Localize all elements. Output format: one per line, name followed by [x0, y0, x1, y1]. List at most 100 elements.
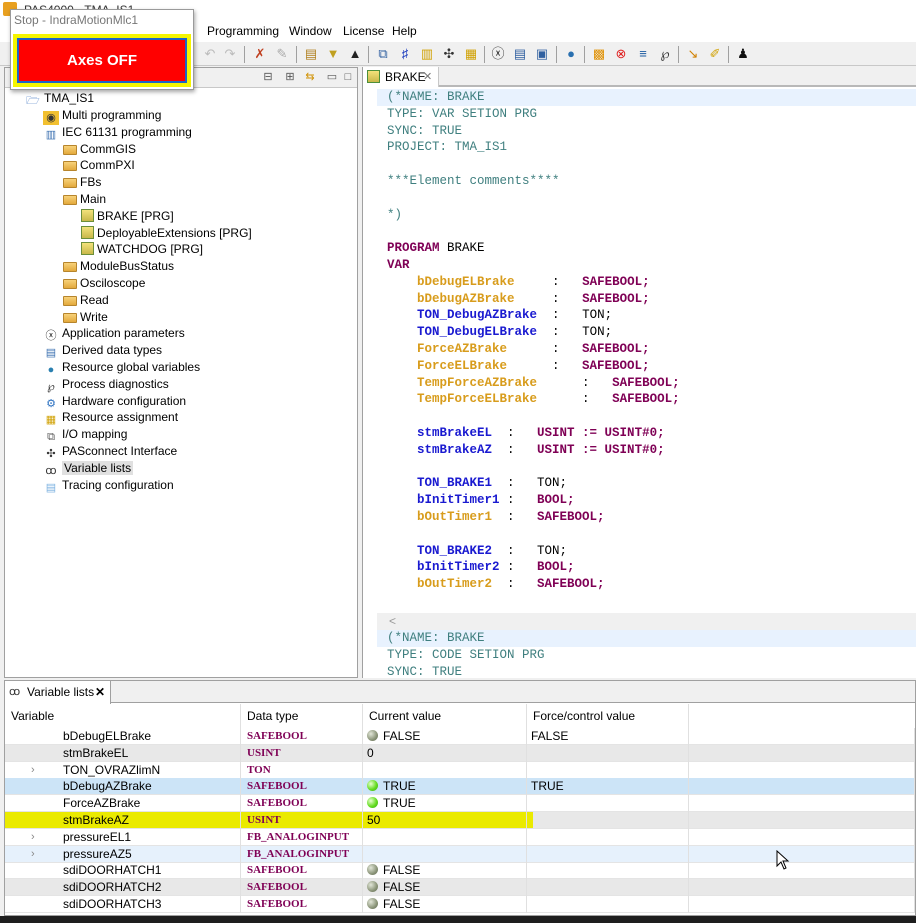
- table-row[interactable]: sdiDOORHATCH2 SAFEBOOL FALSE: [5, 879, 915, 897]
- close-icon[interactable]: ✕: [423, 67, 432, 87]
- error-icon[interactable]: ⊗: [613, 46, 629, 62]
- tree-item[interactable]: Read: [63, 292, 109, 309]
- force-value-cell[interactable]: [527, 862, 689, 880]
- declaration-line: TON_BRAKE2 : TON;: [377, 543, 916, 560]
- link-editor-icon[interactable]: ⇆: [303, 70, 317, 84]
- force-value-cell[interactable]: [527, 795, 689, 813]
- io-mapping-tool-icon[interactable]: ⧉: [375, 46, 391, 62]
- tab-brake[interactable]: BRAKE ✕: [363, 67, 439, 87]
- tree-item[interactable]: ▦ Resource assignment: [43, 409, 178, 426]
- force-value-cell[interactable]: [527, 828, 689, 846]
- clean-icon[interactable]: ✎: [274, 46, 290, 62]
- toolbar-separator: [678, 46, 679, 63]
- menu-programming[interactable]: Programming: [207, 24, 279, 38]
- module-icon[interactable]: ▥: [419, 46, 435, 62]
- tree-item[interactable]: ✣ PASconnect Interface: [43, 443, 177, 460]
- diagnostics-tool-icon[interactable]: ℘: [657, 46, 673, 62]
- comment-text: TYPE: CODE SETION PRG: [387, 647, 545, 662]
- column-header-data-type[interactable]: Data type: [241, 704, 363, 728]
- import-icon[interactable]: ↘: [685, 46, 701, 62]
- table-row[interactable]: › pressureEL1 FB_ANALOGINPUT: [5, 828, 915, 846]
- network-tool-icon[interactable]: ✣: [441, 46, 457, 62]
- tree-item[interactable]: ▤ Derived data types: [43, 342, 162, 359]
- menu-help[interactable]: Help: [392, 24, 417, 38]
- tree-item[interactable]: ⚙ Hardware configuration: [43, 393, 186, 410]
- table-row[interactable]: stmBrakeEL USINT 0: [5, 744, 915, 762]
- tree-item[interactable]: ⧉ I/O mapping: [43, 426, 127, 443]
- minimize-icon[interactable]: ▭: [325, 70, 339, 84]
- window-view-icon[interactable]: ▣: [534, 46, 550, 62]
- tree-item[interactable]: CommPXI: [63, 157, 135, 174]
- table-row[interactable]: › TON_OVRAZlimN TON: [5, 761, 915, 779]
- globe-tool-icon[interactable]: ●: [563, 46, 579, 62]
- redo-icon[interactable]: ↷: [222, 46, 238, 62]
- comment-text: SYNC: TRUE: [387, 664, 463, 678]
- tree-item[interactable]: DeployableExtensions [PRG]: [81, 225, 252, 242]
- parameters-tool-icon[interactable]: ⓧ: [490, 46, 506, 62]
- table-row[interactable]: bDebugELBrake SAFEBOOL FALSE FALSE: [5, 728, 915, 745]
- project-tree-panel: ⊟ ⊞ ⇆ ▭ □ 🗁 TMA_IS1 ◉ Multi programming ▥ IE…: [4, 67, 358, 678]
- table-row[interactable]: bDebugAZBrake SAFEBOOL TRUE TRUE: [5, 778, 915, 796]
- undo-icon[interactable]: ↶: [202, 46, 218, 62]
- download-card-icon[interactable]: ▼: [325, 46, 341, 62]
- tree-item[interactable]: ⓧ Application parameters: [43, 325, 185, 342]
- tree-root[interactable]: 🗁 TMA_IS1: [25, 90, 94, 107]
- scroll-left-icon[interactable]: <: [389, 614, 396, 628]
- tree-item[interactable]: ● Resource global variables: [43, 359, 200, 376]
- force-value-cell[interactable]: [527, 744, 689, 762]
- maximize-icon[interactable]: □: [341, 70, 355, 84]
- force-value-cell[interactable]: [527, 812, 689, 829]
- force-value-cell[interactable]: [527, 845, 689, 863]
- tree-item[interactable]: ꝏ Variable lists: [43, 460, 134, 477]
- collapse-all-icon[interactable]: ⊟: [261, 70, 275, 84]
- list-view-icon[interactable]: ▤: [512, 46, 528, 62]
- expand-chevron-icon[interactable]: ›: [31, 829, 35, 846]
- tree-item[interactable]: ▤ Tracing configuration: [43, 477, 174, 494]
- force-value-cell[interactable]: TRUE: [527, 778, 689, 796]
- column-header-force-value[interactable]: Force/control value: [527, 704, 689, 728]
- bus-icon[interactable]: ♯: [397, 46, 413, 62]
- run-list-icon[interactable]: ≡: [635, 46, 651, 62]
- menu-license[interactable]: License: [343, 24, 384, 38]
- tree-item[interactable]: ◉ Multi programming: [43, 107, 161, 125]
- tree-item[interactable]: Write: [63, 309, 108, 326]
- tree-item[interactable]: Osciloscope: [63, 275, 145, 292]
- users-icon[interactable]: ♟: [735, 46, 751, 62]
- upload-card-icon[interactable]: ▲: [347, 46, 363, 62]
- column-header-current-value[interactable]: Current value: [363, 704, 527, 728]
- close-icon[interactable]: ✕: [95, 681, 105, 703]
- force-value-cell[interactable]: [527, 896, 689, 913]
- resource-assignment-tool-icon[interactable]: ▦: [463, 46, 479, 62]
- force-value-cell[interactable]: [527, 761, 689, 779]
- tree-item[interactable]: ℘ Process diagnostics: [43, 376, 169, 393]
- force-value-cell[interactable]: FALSE: [527, 728, 689, 745]
- tree-item[interactable]: BRAKE [PRG]: [81, 208, 174, 225]
- expand-chevron-icon[interactable]: ›: [31, 846, 35, 863]
- current-value-text: FALSE: [383, 880, 421, 895]
- copy-config-icon[interactable]: ▩: [591, 46, 607, 62]
- declaration-line: bDebugELBrake : SAFEBOOL;: [377, 274, 916, 291]
- horizontal-scrollbar[interactable]: <: [377, 613, 916, 630]
- column-header-variable[interactable]: Variable: [5, 704, 241, 728]
- tree-item[interactable]: ▥ IEC 61131 programming: [43, 124, 192, 141]
- axes-off-button[interactable]: Axes OFF: [17, 38, 187, 83]
- compile-stop-icon[interactable]: ✗: [252, 46, 268, 62]
- tree-item[interactable]: ModuleBusStatus: [63, 258, 174, 275]
- code-area[interactable]: −(*NAME: BRAKETYPE: VAR SETION PRGSYNC: …: [377, 89, 916, 678]
- tab-variable-lists[interactable]: ꝏ Variable lists ✕: [5, 681, 111, 704]
- expand-all-icon[interactable]: ⊞: [283, 70, 297, 84]
- folder-icon: [63, 295, 77, 306]
- empty-cell: [689, 862, 915, 880]
- tree-item[interactable]: WATCHDOG [PRG]: [81, 241, 203, 258]
- tree-item[interactable]: Main: [63, 191, 106, 208]
- expand-chevron-icon[interactable]: ›: [31, 762, 35, 779]
- force-value-cell[interactable]: [527, 879, 689, 897]
- tree-item[interactable]: CommGIS: [63, 141, 136, 158]
- table-row[interactable]: sdiDOORHATCH3 SAFEBOOL FALSE: [5, 896, 915, 913]
- tree-item[interactable]: FBs: [63, 174, 101, 191]
- download-binary-icon[interactable]: ▤: [303, 46, 319, 62]
- edit-tag-icon[interactable]: ✐: [707, 46, 723, 62]
- menu-window[interactable]: Window: [289, 24, 332, 38]
